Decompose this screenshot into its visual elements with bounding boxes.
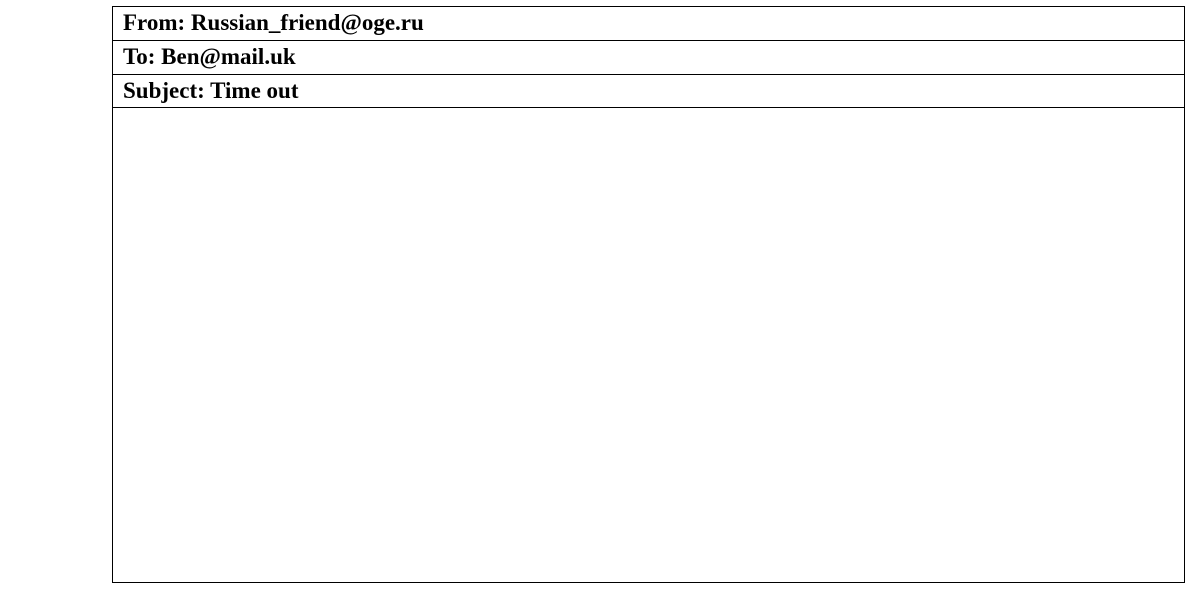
to-value: Ben@mail.uk [161, 44, 296, 69]
email-from-row: From: Russian_friend@oge.ru [113, 7, 1185, 41]
from-value: Russian_friend@oge.ru [191, 10, 424, 35]
email-body-cell [113, 108, 1185, 583]
email-header-table: From: Russian_friend@oge.ru To: Ben@mail… [112, 6, 1185, 583]
email-subject-row: Subject: Time out [113, 74, 1185, 108]
subject-label: Subject: [123, 78, 210, 103]
subject-value: Time out [210, 78, 298, 103]
to-label: To: [123, 44, 161, 69]
from-label: From: [123, 10, 191, 35]
email-to-row: To: Ben@mail.uk [113, 40, 1185, 74]
